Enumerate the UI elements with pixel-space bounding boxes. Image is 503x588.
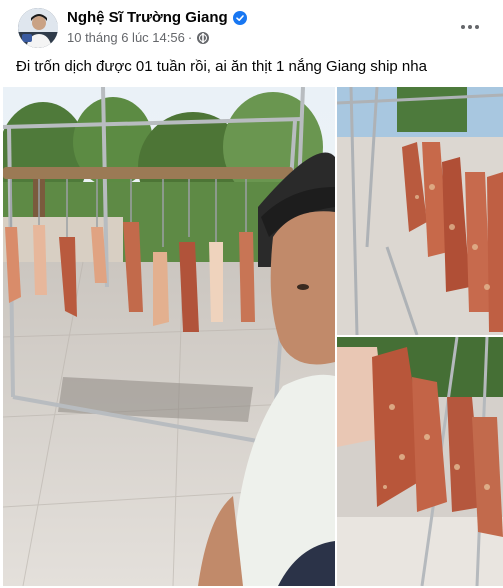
more-options-icon[interactable] — [457, 14, 483, 40]
author-name[interactable]: Nghệ Sĩ Trường Giang — [67, 9, 247, 26]
post-meta: 10 tháng 6 lúc 14:56 · — [67, 30, 210, 45]
verified-badge-icon — [232, 10, 247, 25]
dot — [475, 25, 479, 29]
author-avatar[interactable] — [18, 8, 58, 48]
post-timestamp[interactable]: 10 tháng 6 lúc 14:56 — [67, 30, 185, 45]
post-photo-2[interactable] — [337, 87, 503, 335]
post-photo-3[interactable] — [337, 337, 503, 586]
facebook-post: Nghệ Sĩ Trường Giang 10 tháng 6 lúc 14:5… — [0, 0, 503, 588]
dot — [468, 25, 472, 29]
globe-icon[interactable] — [197, 31, 210, 44]
meta-separator: · — [187, 30, 193, 45]
post-caption: Đi trốn dịch được 01 tuần rồi, ai ăn thị… — [16, 58, 427, 75]
dot — [461, 25, 465, 29]
author-name-text[interactable]: Nghệ Sĩ Trường Giang — [67, 9, 228, 26]
post-photo-main[interactable] — [3, 87, 335, 586]
